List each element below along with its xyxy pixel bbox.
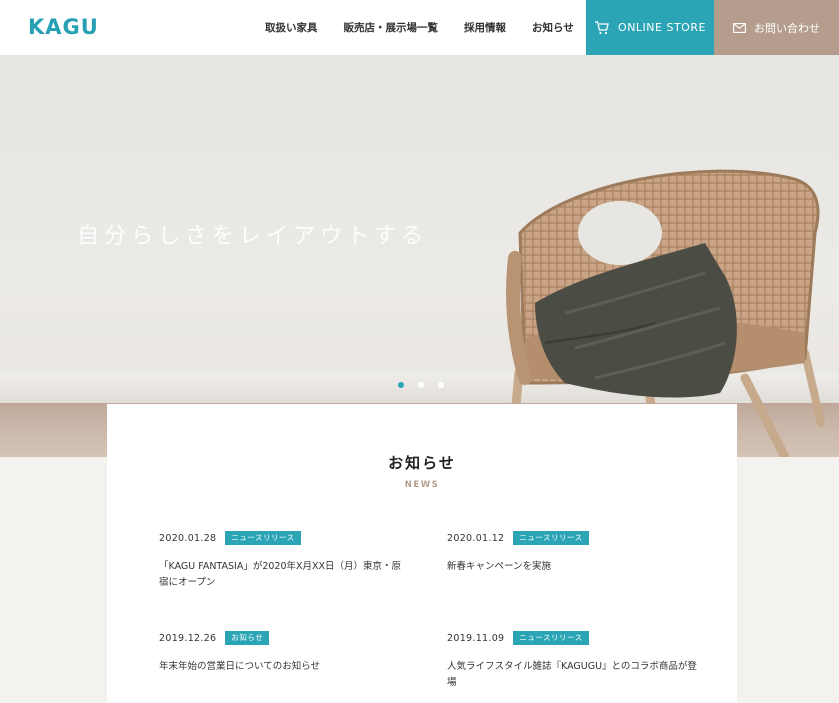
nav-item-recruit[interactable]: 採用情報 <box>464 20 506 35</box>
news-item[interactable]: 2019.11.09 ニュースリリース 人気ライフスタイル雑誌『KAGUGU』と… <box>447 631 697 691</box>
online-store-label: ONLINE STORE <box>618 21 706 34</box>
news-section: お知らせ NEWS 2020.01.28 ニュースリリース 「KAGU FANT… <box>107 404 737 703</box>
nav-item-stores[interactable]: 販売店・展示場一覧 <box>344 20 439 35</box>
main-nav: 取扱い家具 販売店・展示場一覧 採用情報 お知らせ <box>265 0 600 55</box>
slider-dot-1[interactable] <box>398 382 404 388</box>
contact-label: お問い合わせ <box>754 21 820 35</box>
news-title[interactable]: 年末年始の営業日についてのお知らせ <box>159 659 409 675</box>
news-heading: お知らせ <box>388 454 456 472</box>
news-title[interactable]: 「KAGU FANTASIA」が2020年X月XX日（月）東京・原宿にオープン <box>159 559 409 591</box>
contact-button[interactable]: お問い合わせ <box>714 0 839 55</box>
hero-slider: 自分らしさをレイアウトする <box>0 55 839 457</box>
site-header: KAGU 取扱い家具 販売店・展示場一覧 採用情報 お知らせ ONLINE ST… <box>0 0 839 55</box>
news-date: 2019.12.26 <box>159 632 217 644</box>
cart-icon <box>594 20 610 35</box>
news-tag: お知らせ <box>225 631 270 645</box>
logo[interactable]: KAGU <box>28 15 99 39</box>
news-item[interactable]: 2020.01.28 ニュースリリース 「KAGU FANTASIA」が2020… <box>159 531 409 591</box>
news-tag: ニュースリリース <box>513 531 589 545</box>
news-title[interactable]: 新春キャンペーンを実施 <box>447 559 697 575</box>
news-item[interactable]: 2019.12.26 お知らせ 年末年始の営業日についてのお知らせ <box>159 631 409 675</box>
mail-icon <box>733 22 746 33</box>
news-tag: ニュースリリース <box>513 631 589 645</box>
news-title[interactable]: 人気ライフスタイル雑誌『KAGUGU』とのコラボ商品が登場 <box>447 659 697 691</box>
nav-item-furniture[interactable]: 取扱い家具 <box>265 20 318 35</box>
slider-dot-3[interactable] <box>438 382 444 388</box>
news-tag: ニュースリリース <box>225 531 301 545</box>
online-store-button[interactable]: ONLINE STORE <box>586 0 714 55</box>
news-item[interactable]: 2020.01.12 ニュースリリース 新春キャンペーンを実施 <box>447 531 697 575</box>
news-subheading: NEWS <box>404 480 440 490</box>
slider-dots <box>398 382 444 388</box>
hero-copy: 自分らしさをレイアウトする <box>77 224 429 249</box>
news-date: 2019.11.09 <box>447 632 505 644</box>
slider-dot-2[interactable] <box>418 382 424 388</box>
news-date: 2020.01.28 <box>159 532 217 544</box>
nav-item-news[interactable]: お知らせ <box>532 20 574 35</box>
news-date: 2020.01.12 <box>447 532 505 544</box>
